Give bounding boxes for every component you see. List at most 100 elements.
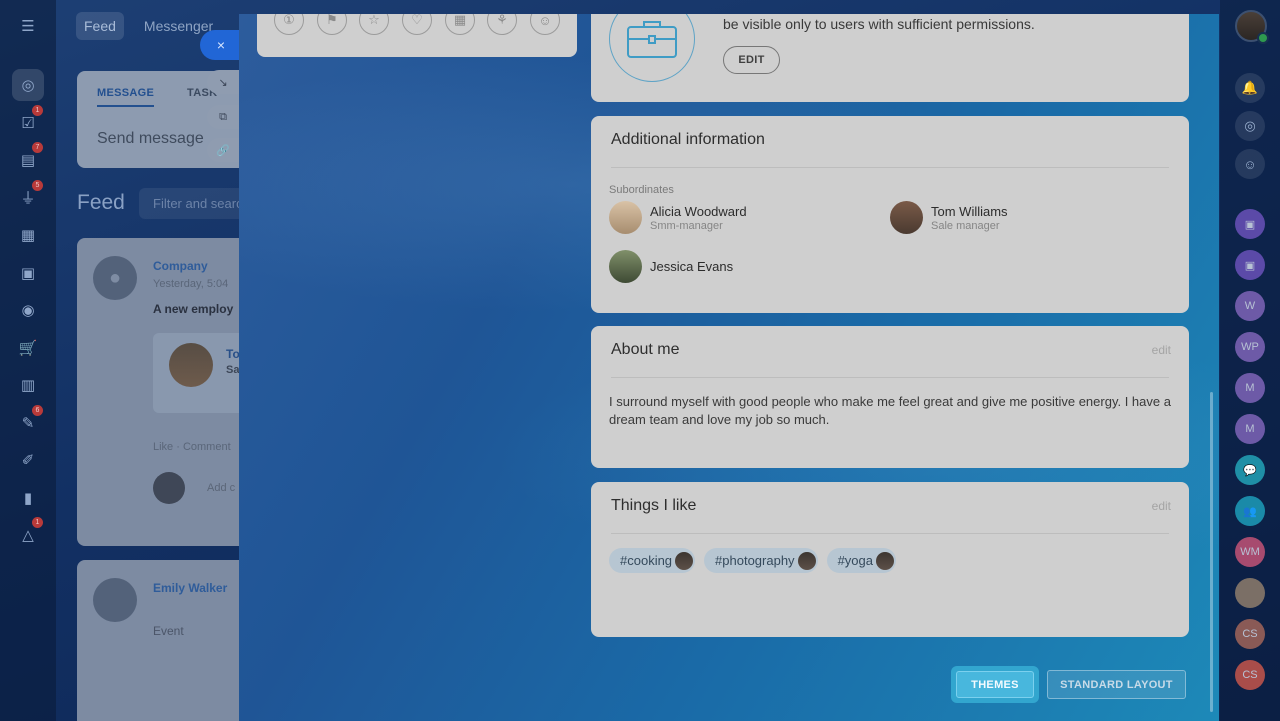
post-author[interactable]: Emily Walker: [153, 581, 227, 595]
expand-icon[interactable]: ↘: [207, 70, 239, 94]
additional-info-card: Additional information Subordinates Alic…: [591, 116, 1189, 313]
tab-feed[interactable]: Feed: [76, 12, 124, 40]
briefcase-icon: [609, 14, 695, 82]
edit-button[interactable]: EDIT: [723, 46, 780, 74]
author-avatar: [93, 578, 137, 622]
flower-icon[interactable]: ⚘: [487, 14, 517, 35]
recent-chat-avatar[interactable]: CS: [1235, 619, 1265, 649]
post-author[interactable]: Company: [153, 259, 208, 273]
post-actions[interactable]: Like · Comment: [153, 441, 231, 453]
recent-chat-avatar[interactable]: W: [1235, 291, 1265, 321]
recent-chat-avatar[interactable]: WP: [1235, 332, 1265, 362]
composer-tab-message[interactable]: MESSAGE: [97, 87, 155, 107]
chat-bubble-icon[interactable]: ☺: [1235, 149, 1265, 179]
commenter-avatar: [153, 472, 185, 504]
notification-badge: 7: [32, 142, 43, 153]
post-text: Event: [153, 624, 184, 638]
post-time: Yesterday, 5:04: [153, 278, 229, 290]
calendar-icon[interactable]: ▦: [12, 219, 44, 251]
recent-chat-avatar[interactable]: M: [1235, 373, 1265, 403]
interest-tag[interactable]: #cooking: [609, 548, 696, 573]
avatar: [797, 551, 816, 570]
smile-icon[interactable]: ☺: [530, 14, 560, 35]
drive-icon[interactable]: ▣: [12, 257, 44, 289]
employee-avatar: [169, 343, 213, 387]
bell-icon[interactable]: 🔔: [1235, 73, 1265, 103]
subordinate-item[interactable]: Alicia Woodward Smm-manager: [609, 201, 747, 234]
feed-title: Feed: [77, 191, 125, 214]
divider: [611, 533, 1169, 534]
avatar: [875, 551, 894, 570]
flag-icon[interactable]: ⚑: [317, 14, 347, 35]
left-rail: ☰ ◎ ☑ 1 ▤ 7 ⏚ 5 ▦ ▣ ◉ 🛒 ▥ ✎ 6 ✐ ▮ △ 1: [0, 0, 56, 721]
bell-tray-icon[interactable]: △ 1: [12, 517, 44, 551]
recent-chat-avatar[interactable]: ▣: [1235, 250, 1265, 280]
divider: [611, 377, 1169, 378]
interest-tag[interactable]: #photography: [704, 548, 818, 573]
avatar: [675, 551, 694, 570]
notification-badge: 6: [32, 404, 43, 416]
menu-icon[interactable]: ☰: [12, 10, 44, 42]
bar-chart-icon[interactable]: ▮: [12, 482, 44, 514]
open-new-window-icon[interactable]: ⧉: [207, 105, 239, 129]
tag-label: #photography: [715, 553, 795, 568]
heart-icon[interactable]: ♡: [402, 14, 432, 35]
gift-icon[interactable]: ▦: [445, 14, 475, 35]
layout-buttons: THEMES STANDARD LAYOUT: [951, 666, 1186, 703]
post-text: A new employ: [153, 302, 234, 316]
profile-summary-card: be visible only to users with sufficient…: [591, 14, 1189, 102]
recent-chat-avatar[interactable]: ▣: [1235, 209, 1265, 239]
edit-link[interactable]: edit: [1152, 499, 1171, 513]
feed-filter-input[interactable]: Filter and search: [139, 188, 249, 219]
recent-chat-avatar[interactable]: M: [1235, 414, 1265, 444]
subordinates-label: Subordinates: [609, 184, 674, 196]
close-slider-button[interactable]: ×: [200, 30, 242, 60]
subordinate-item[interactable]: Tom Williams Sale manager: [890, 201, 1008, 234]
avatar: [609, 250, 642, 283]
person-role: Smm-manager: [650, 219, 723, 232]
person-name: Alicia Woodward: [650, 203, 747, 219]
notification-badge: 1: [32, 104, 43, 116]
things-i-like-card: Things I like edit #cooking #photography…: [591, 482, 1189, 637]
notification-badge: 5: [32, 179, 43, 191]
employee-name: To: [226, 347, 240, 361]
funnel-icon[interactable]: ⏚ 5: [12, 179, 44, 214]
tag-label: #cooking: [620, 553, 673, 568]
edit-link[interactable]: edit: [1152, 343, 1171, 357]
reactions-card: ① ⚑ ☆ ♡ ▦ ⚘ ☺: [257, 14, 577, 57]
recent-chat-avatar[interactable]: WM: [1235, 537, 1265, 567]
recent-chat-avatar[interactable]: 💬: [1235, 455, 1265, 485]
recent-chat-avatar[interactable]: 👥: [1235, 496, 1265, 526]
pen-icon[interactable]: ✐: [12, 444, 44, 476]
tasks-icon[interactable]: ☑ 1: [12, 104, 44, 139]
about-text: I surround myself with good people who m…: [609, 394, 1171, 427]
badge-one-icon[interactable]: ①: [274, 14, 304, 35]
avatar: [609, 201, 642, 234]
scrollbar[interactable]: [1210, 392, 1213, 712]
card-title: Additional information: [611, 131, 765, 148]
checklist-icon[interactable]: ✎ 6: [12, 404, 44, 439]
recent-chat-avatar[interactable]: [1235, 578, 1265, 608]
company-avatar-icon: ●: [93, 256, 137, 300]
chat-icon[interactable]: ▤ 7: [12, 142, 44, 176]
themes-highlight: THEMES: [951, 666, 1039, 703]
composer-placeholder[interactable]: Send message: [97, 130, 204, 148]
spiral-icon[interactable]: ◎: [1235, 111, 1265, 141]
cart-icon[interactable]: 🛒: [12, 332, 44, 364]
activity-stream-icon[interactable]: ◎: [12, 69, 44, 101]
comment-input[interactable]: Add c: [207, 482, 235, 494]
employee-role: Sa: [226, 364, 240, 376]
interest-tag[interactable]: #yoga: [826, 548, 896, 573]
themes-button[interactable]: THEMES: [956, 671, 1034, 698]
permissions-note: be visible only to users with sufficient…: [723, 16, 1035, 32]
briefcase-icon[interactable]: ▥: [12, 369, 44, 401]
card-title: Things I like: [611, 497, 697, 514]
recent-chat-avatar[interactable]: CS: [1235, 660, 1265, 690]
star-icon[interactable]: ☆: [359, 14, 389, 35]
profile-slider: ① ⚑ ☆ ♡ ▦ ⚘ ☺ be visible only to users w…: [239, 14, 1219, 721]
target-icon[interactable]: ◉: [12, 294, 44, 326]
card-title: About me: [611, 341, 680, 358]
subordinate-item[interactable]: Jessica Evans: [609, 250, 733, 283]
standard-layout-button[interactable]: STANDARD LAYOUT: [1047, 670, 1186, 699]
copy-link-icon[interactable]: 🔗: [207, 138, 239, 162]
